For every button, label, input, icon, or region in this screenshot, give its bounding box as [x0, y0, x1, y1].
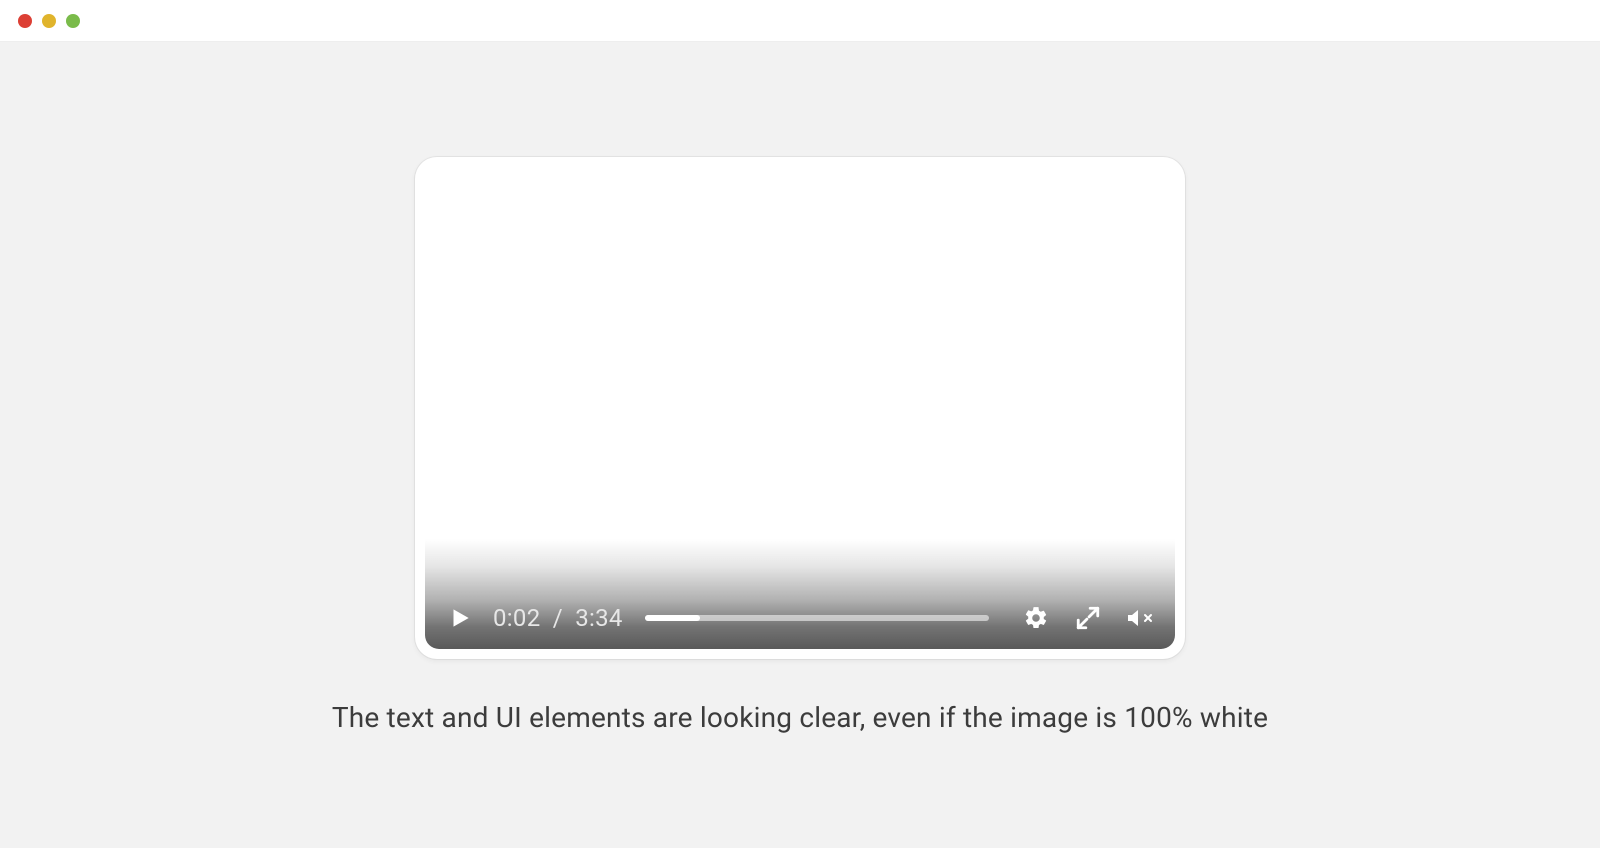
time-display: 0:02 / 3:34 — [493, 604, 623, 632]
video-controls-bar: 0:02 / 3:34 — [425, 587, 1175, 649]
window-controls — [18, 14, 80, 28]
duration: 3:34 — [575, 604, 622, 632]
video-canvas[interactable] — [425, 167, 1175, 649]
play-button[interactable] — [445, 603, 475, 633]
settings-button[interactable] — [1021, 603, 1051, 633]
current-time: 0:02 — [493, 604, 540, 632]
time-separator: / — [553, 604, 563, 632]
caption-text: The text and UI elements are looking cle… — [332, 701, 1268, 734]
progress-bar[interactable] — [645, 615, 989, 621]
play-icon — [447, 605, 473, 631]
video-player: 0:02 / 3:34 — [425, 167, 1175, 649]
window-minimize-button[interactable] — [42, 14, 56, 28]
mute-button[interactable] — [1125, 603, 1155, 633]
window-titlebar — [0, 0, 1600, 42]
progress-fill — [645, 615, 700, 621]
fullscreen-button[interactable] — [1073, 603, 1103, 633]
window-zoom-button[interactable] — [66, 14, 80, 28]
gear-icon — [1023, 605, 1049, 631]
fullscreen-icon — [1075, 605, 1101, 631]
mute-icon — [1125, 605, 1155, 631]
right-controls — [1021, 603, 1155, 633]
window-close-button[interactable] — [18, 14, 32, 28]
content-stage: 0:02 / 3:34 — [0, 42, 1600, 848]
video-player-card: 0:02 / 3:34 — [415, 157, 1185, 659]
